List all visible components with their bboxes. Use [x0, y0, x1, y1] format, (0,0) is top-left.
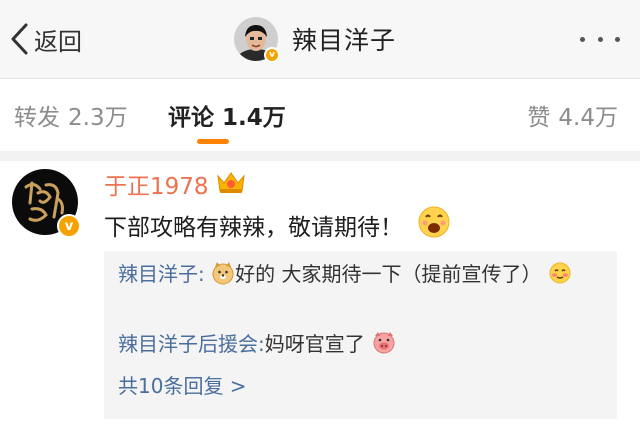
commenter-avatar[interactable]: v [12, 169, 81, 238]
tab-count: 4.4万 [558, 105, 618, 131]
back-label: 返回 [34, 27, 82, 56]
commenter-name-row: 于正1978 [104, 167, 247, 201]
top-nav-bar: 返回 v 辣目洋子 [0, 0, 640, 79]
tab-count: 2.3万 [68, 105, 128, 131]
tab-bar: 转发 2.3万 评论 1.4万 赞 4.4万 [0, 79, 640, 161]
active-tab-indicator [197, 139, 229, 144]
comment-text-row: 下部攻略有辣辣，敬请期待！ [104, 205, 451, 245]
verified-badge-icon: v [264, 47, 280, 63]
crown-badge-icon [215, 169, 247, 199]
dot [615, 36, 620, 42]
nav-profile[interactable]: v 辣目洋子 [234, 14, 396, 64]
chevron-left-icon [8, 22, 30, 56]
pig-emoji-icon [371, 329, 397, 365]
dot [580, 36, 585, 42]
tab-reposts[interactable]: 转发 2.3万 [14, 98, 128, 132]
reply-item[interactable]: 辣目洋子后援会:妈呀官宣了 [118, 327, 608, 365]
doge-emoji-icon [211, 261, 235, 295]
avatar[interactable]: v [234, 17, 280, 63]
tab-comments[interactable]: 评论 1.4万 [168, 98, 286, 132]
reply-username[interactable]: 辣目洋子: [118, 262, 205, 286]
reply-text: 好的 大家期待一下（提前宣传了） [235, 262, 542, 286]
more-options-button[interactable] [580, 26, 620, 52]
reply-item[interactable]: 辣目洋子: 好的 大家期待一下（提前宣传了） [118, 257, 608, 295]
reply-text: 妈呀官宣了 [264, 332, 365, 356]
comment-item: v 于正1978 下部攻略有辣辣，敬请期待！ 辣目洋子: 好的 大家期待一下（提… [0, 161, 640, 429]
shy-emoji-icon [548, 261, 572, 295]
tab-label: 转发 [14, 105, 60, 131]
verified-badge-icon: v [57, 214, 81, 238]
replies-panel: 辣目洋子: 好的 大家期待一下（提前宣传了） 辣目洋子后援会:妈呀官宣了 共10… [104, 251, 617, 419]
page-title: 辣目洋子 [292, 26, 397, 55]
reply-username[interactable]: 辣目洋子后援会: [118, 332, 265, 356]
view-all-replies-link[interactable]: 共10条回复 > [118, 369, 247, 403]
commenter-username[interactable]: 于正1978 [104, 167, 209, 201]
tab-label: 评论 [168, 105, 214, 131]
dot [597, 36, 603, 42]
grinning-emoji-icon [417, 205, 451, 245]
comment-text: 下部攻略有辣辣，敬请期待！ [104, 215, 403, 241]
tab-count: 1.4万 [222, 105, 286, 131]
tab-label: 赞 [527, 105, 551, 131]
back-button[interactable]: 返回 [8, 18, 82, 60]
tab-likes[interactable]: 赞 4.4万 [527, 98, 618, 132]
